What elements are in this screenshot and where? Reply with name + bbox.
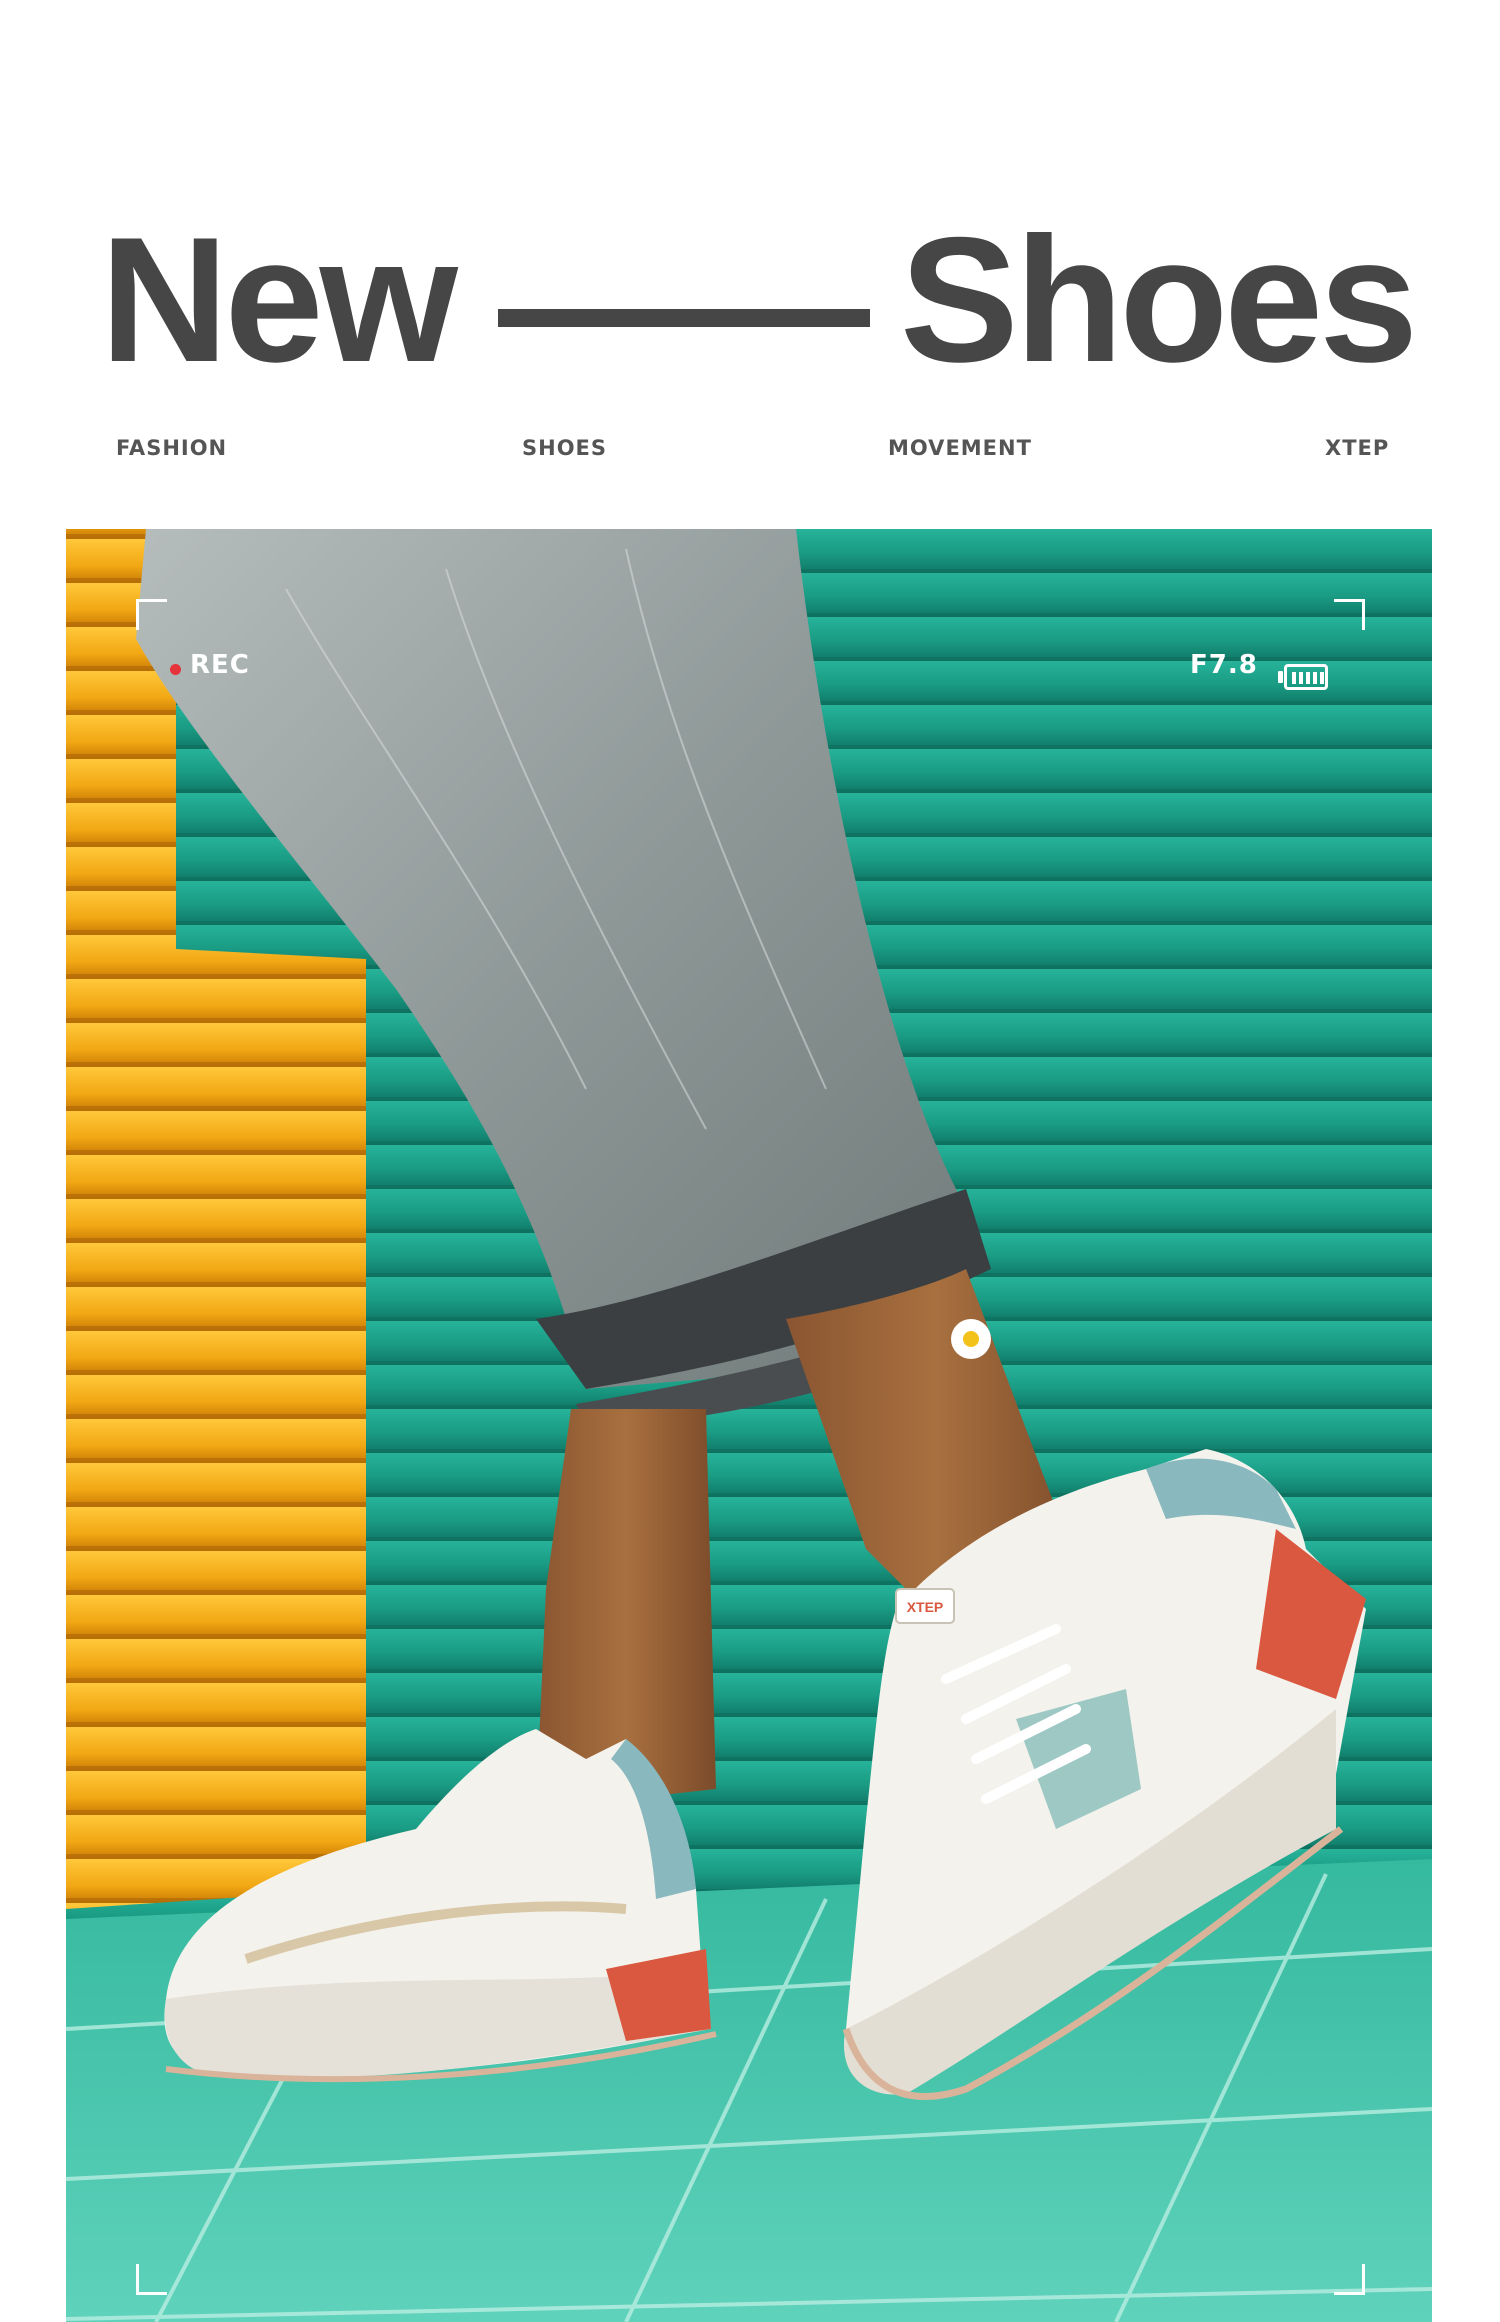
battery-icon	[1284, 664, 1328, 690]
daisy-icon	[951, 1319, 991, 1359]
viewfinder-corner-br	[1334, 2264, 1365, 2295]
header: New Shoes FASHION SHOES MOVEMENT XTEP	[0, 0, 1500, 530]
battery-icon-nub	[1278, 671, 1283, 683]
viewfinder-corner-bl	[136, 2264, 167, 2295]
headline-new: New	[100, 200, 458, 399]
product-photo: XTEP REC F7.8	[66, 529, 1432, 2322]
aperture-readout: F7.8	[1190, 650, 1258, 680]
tag-xtep: XTEP	[1325, 436, 1390, 460]
headline-divider	[498, 309, 870, 327]
rec-dot-icon	[170, 664, 181, 675]
viewfinder-corner-tl	[136, 599, 167, 630]
photo-illustration: XTEP	[66, 529, 1432, 2322]
tag-movement: MOVEMENT	[888, 436, 1032, 460]
headline-shoes: Shoes	[900, 200, 1418, 399]
viewfinder-corner-tr	[1334, 599, 1365, 630]
tag-shoes: SHOES	[522, 436, 608, 460]
shoe-logo: XTEP	[907, 1599, 944, 1615]
rec-label: REC	[190, 650, 250, 680]
tag-fashion: FASHION	[116, 436, 228, 460]
